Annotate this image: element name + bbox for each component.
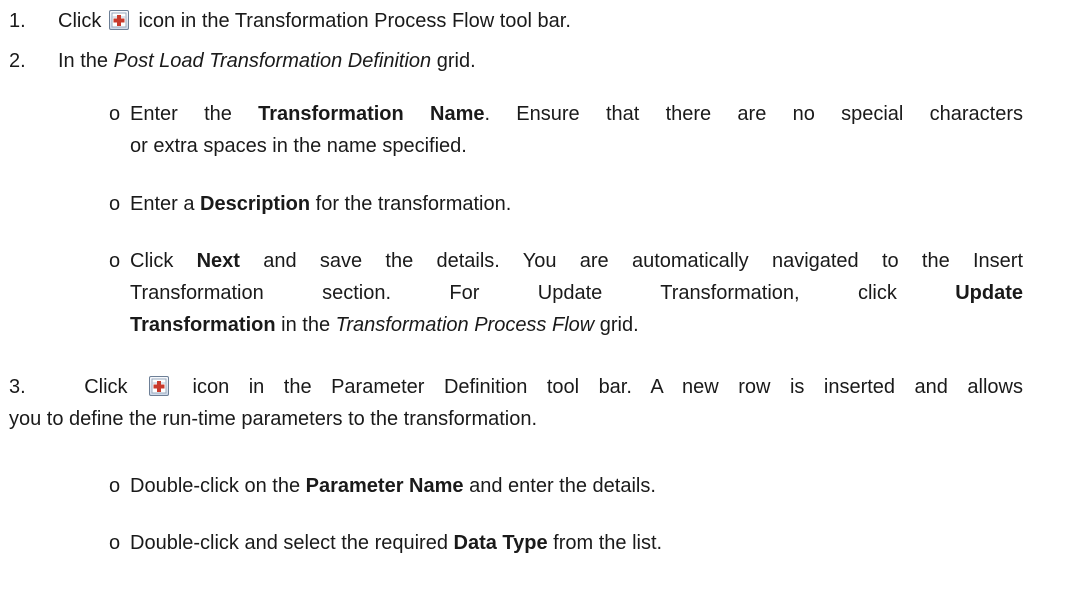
step-text: Click icon in the Transformation Process… [58,10,571,32]
step-number: 3. [9,376,26,398]
bullet-text: Click Next and save the details. You are… [130,250,1023,336]
bullet-marker: o [109,103,121,125]
bullet-text: Double-click on the Parameter Name and e… [130,475,656,497]
step-number: 1. [9,10,26,32]
bullet-marker: o [109,475,121,497]
step-number: 2. [9,50,26,72]
add-row-icon [149,376,170,396]
bullet-marker: o [109,193,121,215]
step-text: In the Post Load Transformation Definiti… [58,50,476,72]
bullet-text: Enter the Transformation Name. Ensure th… [130,103,1024,157]
bullet-text: Enter a Description for the transformati… [130,193,512,215]
bullet-marker: o [109,532,121,554]
bullet-text: Double-click and select the required Dat… [130,532,663,554]
bullet-marker: o [109,250,121,272]
add-row-icon [108,10,129,30]
document-page: 1. Click icon in the Transformation Proc… [0,0,1068,605]
